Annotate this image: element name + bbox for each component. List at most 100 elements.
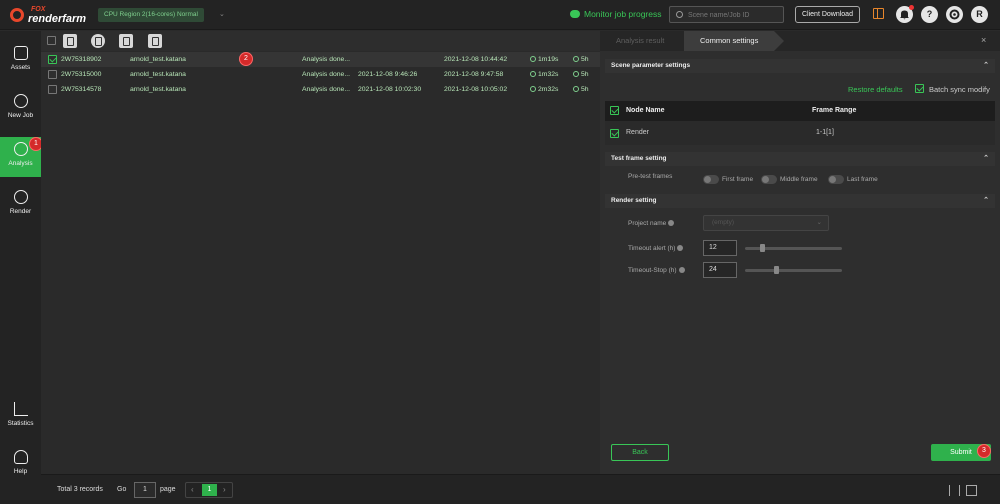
row-checkbox[interactable]	[48, 85, 57, 94]
node-table: Node Name Frame Range Render 1-1[1]	[605, 101, 995, 145]
current-page-button[interactable]: 1	[202, 484, 217, 496]
analyze-icon[interactable]	[91, 34, 105, 48]
nav-assets-label: Assets	[10, 64, 31, 71]
go-label: Go	[117, 486, 127, 493]
gift-icon[interactable]	[873, 8, 884, 19]
end-time: 2021-12-08 10:44:42	[444, 56, 508, 63]
assets-icon	[13, 46, 28, 60]
nav-render-label: Render	[9, 208, 32, 215]
timeout: 5h	[573, 52, 589, 67]
node-name: Render	[626, 129, 649, 136]
client-download-button[interactable]: Client Download	[795, 6, 860, 23]
project-name-select[interactable]: (empty) ⌄	[703, 215, 829, 231]
timeout: 5h	[573, 82, 589, 97]
nav-render[interactable]: Render	[0, 185, 41, 225]
chevron-down-icon[interactable]: ⌄	[219, 10, 225, 18]
slider-handle[interactable]	[759, 244, 765, 252]
first-frame-toggle[interactable]	[703, 175, 719, 184]
settings-panel: Analysis result Common settings × Scene …	[600, 31, 1000, 474]
table-row[interactable]: 2W75315000 arnold_test.katana Analysis d…	[41, 67, 600, 82]
new-job-icon	[13, 94, 28, 108]
copy-icon[interactable]	[63, 34, 77, 48]
row-checkbox[interactable]	[48, 55, 57, 64]
timeout-value: 5h	[581, 56, 589, 63]
node-checkbox[interactable]	[610, 129, 619, 138]
timeout-stop-slider[interactable]	[745, 266, 842, 274]
region-selector[interactable]: CPU Region 2(16-cores) Normal	[98, 8, 204, 22]
question-icon[interactable]	[678, 267, 685, 273]
table-toolbar	[41, 31, 600, 51]
help-button[interactable]: ?	[921, 6, 938, 23]
first-frame-label: First frame	[722, 176, 754, 183]
node-row[interactable]: Render 1-1[1]	[605, 121, 995, 145]
timeout-alert-input[interactable]: 12	[703, 240, 737, 256]
back-button[interactable]: Back	[611, 444, 669, 461]
sort-icon[interactable]	[949, 485, 960, 496]
chevron-down-icon: ⌄	[816, 219, 822, 226]
timeout-alert-slider[interactable]	[745, 244, 842, 252]
nav-statistics[interactable]: Statistics	[0, 397, 41, 437]
nav-assets[interactable]: Assets	[0, 41, 41, 81]
search-input[interactable]	[688, 9, 780, 21]
monitor-job-progress-link[interactable]: Monitor job progress	[570, 9, 661, 19]
node-name-header: Node Name	[626, 107, 665, 114]
clock-icon	[573, 56, 579, 62]
export-icon[interactable]	[119, 34, 133, 48]
scene-name: arnold_test.katana	[130, 71, 186, 78]
headset-icon	[13, 450, 28, 464]
chevron-up-icon[interactable]: ⌃	[983, 152, 989, 166]
timeout-stop-input[interactable]: 24	[703, 262, 737, 278]
next-page-button[interactable]: ›	[223, 484, 226, 496]
frame-range-header: Frame Range	[812, 107, 857, 114]
chevron-up-icon[interactable]: ⌃	[983, 194, 989, 208]
clock-icon	[573, 86, 579, 92]
nav-help[interactable]: Help	[0, 445, 41, 485]
logo-fox-text: FOX	[31, 6, 46, 13]
logo-renderfarm-text: renderfarm	[28, 13, 87, 25]
scene-parameter-section[interactable]: Scene parameter settings ⌃	[605, 59, 995, 73]
render-setting-section[interactable]: Render setting ⌃	[605, 194, 995, 208]
job-id: 2W75314578	[61, 86, 102, 93]
pager: ‹ 1 ›	[185, 482, 233, 498]
timeout-value: 5h	[581, 71, 589, 78]
chevron-up-icon[interactable]: ⌃	[983, 59, 989, 73]
search-box	[669, 6, 784, 23]
frame-range[interactable]: 1-1[1]	[816, 129, 834, 136]
question-icon[interactable]	[668, 220, 675, 226]
close-icon[interactable]: ×	[981, 35, 986, 45]
table-row[interactable]: 2W75314578 arnold_test.katana Analysis d…	[41, 82, 600, 97]
question-icon[interactable]	[677, 245, 684, 251]
avatar[interactable]: R	[971, 6, 988, 23]
table-row[interactable]: 2W75318902 arnold_test.katana Analysis d…	[41, 52, 600, 67]
test-frame-section[interactable]: Test frame setting ⌃	[605, 152, 995, 166]
trash-icon[interactable]	[148, 34, 162, 48]
panel-tabs: Analysis result Common settings ×	[600, 31, 1000, 51]
start-time: 2021-12-08 10:02:30	[358, 86, 422, 93]
last-frame-toggle[interactable]	[828, 175, 844, 184]
clock-icon	[530, 86, 536, 92]
scene-name: arnold_test.katana	[130, 56, 186, 63]
middle-frame-toggle[interactable]	[761, 175, 777, 184]
gear-icon[interactable]	[946, 6, 963, 23]
slider-handle[interactable]	[774, 266, 780, 274]
nav-new-job[interactable]: New Job	[0, 89, 41, 129]
node-select-all-checkbox[interactable]	[610, 106, 619, 115]
clock-icon	[573, 71, 579, 77]
page-label: page	[160, 486, 176, 493]
qr-code-icon[interactable]	[966, 485, 977, 496]
row-checkbox[interactable]	[48, 70, 57, 79]
logo-ring-icon	[10, 8, 24, 22]
batch-sync-checkbox[interactable]	[915, 84, 924, 93]
last-frame-label: Last frame	[847, 176, 878, 183]
select-all-checkbox[interactable]	[47, 36, 56, 45]
batch-sync-label: Batch sync modify	[929, 85, 990, 94]
monitor-label: Monitor job progress	[584, 9, 662, 19]
page-input[interactable]: 1	[134, 482, 156, 498]
tab-analysis-result[interactable]: Analysis result	[600, 31, 680, 51]
prev-page-button[interactable]: ‹	[191, 484, 194, 496]
tab-common-settings[interactable]: Common settings	[684, 31, 785, 51]
duration: 1m32s	[530, 67, 558, 82]
foxrenderfarm-logo[interactable]: FOX renderfarm	[10, 5, 94, 25]
restore-defaults-link[interactable]: Restore defaults	[848, 85, 903, 94]
start-time: 2021-12-08 9:46:26	[358, 71, 418, 78]
